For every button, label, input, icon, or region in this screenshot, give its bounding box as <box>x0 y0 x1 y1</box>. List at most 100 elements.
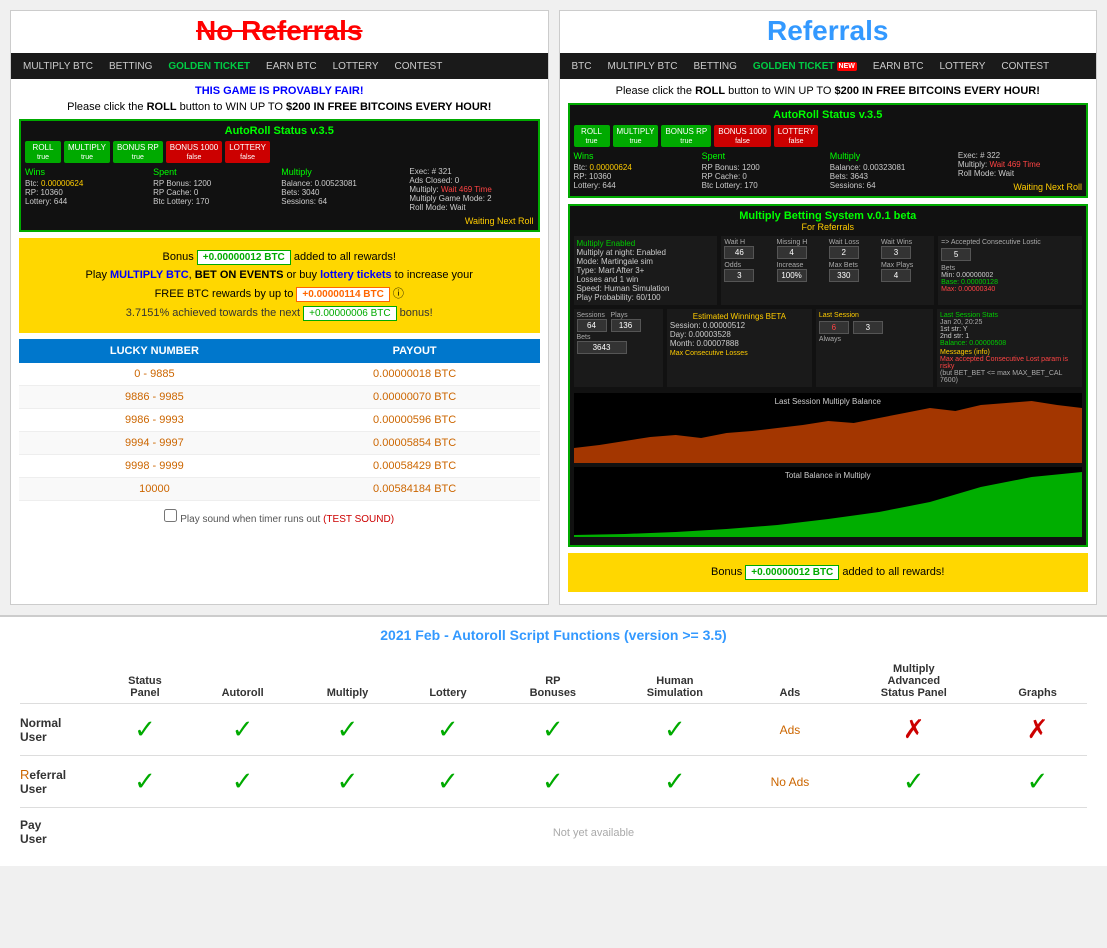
accepted-label: => Accepted Consecutive Lostic <box>941 239 1079 246</box>
table-row: 100000.00584184 BTC <box>19 478 540 501</box>
autoroll-title: AutoRoll Status v.3.5 <box>25 125 534 137</box>
sound-check-row: Play sound when timer runs out (TEST SOU… <box>19 509 540 525</box>
exec-block: Exec: # 321 Ads Closed: 0 Multiply: Wait… <box>409 167 533 226</box>
odds-val[interactable]: 3 <box>724 269 754 282</box>
table-row: 0 - 98850.00000018 BTC <box>19 363 540 386</box>
r-bonus-1000-btn[interactable]: BONUS 1000false <box>714 125 770 147</box>
roll-btn[interactable]: ROLLtrue <box>25 141 61 163</box>
sessions-stat: Sessions 64 <box>577 312 607 332</box>
no-referrals-panel: No Referrals MULTIPLY BTC BETTING GOLDEN… <box>10 10 549 605</box>
r-spent-block: Spent RP Bonus: 1200 RP Cache: 0 Btc Lot… <box>702 151 826 192</box>
normal-status-panel: ✓ <box>100 704 190 756</box>
new-badge: NEW <box>837 62 857 71</box>
autoroll-buttons: ROLLtrue MULTIPLYtrue BONUS RPtrue BONUS… <box>25 141 534 163</box>
consec-val2: 3 <box>853 321 883 334</box>
multiply-link[interactable]: MULTIPLY BTC <box>110 269 189 281</box>
referral-ads: No Ads <box>740 756 839 808</box>
col-lottery: Lottery <box>400 659 497 704</box>
right-nav-golden[interactable]: GOLDEN TICKET NEW <box>745 53 865 79</box>
max-bets-val[interactable]: 330 <box>829 269 859 282</box>
nav-golden-ticket[interactable]: GOLDEN TICKET <box>160 53 258 79</box>
right-nav-lottery[interactable]: LOTTERY <box>931 53 993 79</box>
nav-betting[interactable]: BETTING <box>101 53 160 79</box>
check-icon: ✓ <box>134 766 156 796</box>
lucky-table-body: 0 - 98850.00000018 BTC9886 - 99850.00000… <box>19 363 540 501</box>
wait-wins-val[interactable]: 3 <box>881 246 911 259</box>
multiply-betting-box: Multiply Betting System v.0.1 beta For R… <box>568 204 1089 547</box>
referral-rp-bonuses: ✓ <box>496 756 609 808</box>
last-session-title: Last Session Stats <box>940 312 1079 319</box>
multiply-btn[interactable]: MULTIPLYtrue <box>64 141 110 163</box>
nav-contest[interactable]: CONTEST <box>387 53 451 79</box>
bets-big-stat: Bets 3643 <box>577 334 660 354</box>
cross-icon: ✗ <box>1027 714 1049 744</box>
multiply-night: Multiply at night: Enabled <box>577 248 715 257</box>
table-header-row: StatusPanel Autoroll Multiply Lottery RP… <box>20 659 1087 704</box>
right-nav-btc[interactable]: BTC <box>564 53 600 79</box>
spent-block: Spent RP Bonus: 1200 RP Cache: 0 Btc Lot… <box>153 167 277 226</box>
lucky-range: 9986 - 9993 <box>19 409 290 432</box>
str1-stat: 1st str: Y <box>940 326 1079 333</box>
max-bets-cell: Max Bets 330 <box>829 262 879 282</box>
col-header-empty <box>20 659 100 704</box>
right-bonus-line: Bonus +0.00000012 BTC added to all rewar… <box>578 565 1079 580</box>
bonus-1000-btn[interactable]: BONUS 1000false <box>166 141 222 163</box>
left-panel-content: THIS GAME IS PROVABLY FAIR! Please click… <box>11 79 548 531</box>
sound-label: Play sound when timer runs out <box>180 514 320 525</box>
multiply-type: Type: Mart After 3+ <box>577 266 715 275</box>
lottery-btn[interactable]: LOTTERYfalse <box>225 141 270 163</box>
missing-h-val[interactable]: 4 <box>777 246 807 259</box>
lottery-link[interactable]: lottery tickets <box>320 269 392 281</box>
comparison-section: 2021 Feb - Autoroll Script Functions (ve… <box>0 615 1107 866</box>
lottery-stat: Lottery: 644 <box>25 197 149 206</box>
normal-multiply-advanced: ✗ <box>839 704 988 756</box>
right-panel-title: Referrals <box>560 11 1097 53</box>
day-est: Day: 0.00003528 <box>670 330 809 339</box>
bets-base: Base: 0.00000128 <box>941 279 1079 286</box>
bonus-progress: 3.7151% achieved towards the next +0.000… <box>29 306 530 321</box>
lucky-range: 10000 <box>19 478 290 501</box>
left-panel-title: No Referrals <box>11 11 548 53</box>
nav-multiply-btc[interactable]: MULTIPLY BTC <box>15 53 101 79</box>
nav-lottery[interactable]: LOTTERY <box>325 53 387 79</box>
bonus-line1: Bonus +0.00000012 BTC added to all rewar… <box>29 250 530 265</box>
referral-human-sim: ✓ <box>609 756 740 808</box>
r-lottery-btn[interactable]: LOTTERYfalse <box>774 125 819 147</box>
referral-user-row: ReferralUser ✓ ✓ ✓ ✓ ✓ ✓ No Ads ✓ ✓ <box>20 756 1087 808</box>
accepted-val[interactable]: 5 <box>941 248 971 261</box>
right-nav-betting[interactable]: BETTING <box>686 53 745 79</box>
exec-info: Exec: # 321 Ads Closed: 0 Multiply: Wait… <box>409 167 533 212</box>
test-sound-link[interactable]: (TEST SOUND) <box>323 514 394 525</box>
right-nav-contest[interactable]: CONTEST <box>993 53 1057 79</box>
max-plays-val[interactable]: 4 <box>881 269 911 282</box>
wait-h-cell: Wait H 46 <box>724 239 774 259</box>
spent-title: Spent <box>153 167 277 177</box>
right-nav-multiply[interactable]: MULTIPLY BTC <box>600 53 686 79</box>
check-icon: ✓ <box>664 714 686 744</box>
wait-h-val[interactable]: 46 <box>724 246 754 259</box>
right-nav-earn[interactable]: EARN BTC <box>865 53 932 79</box>
wait-loss-val[interactable]: 2 <box>829 246 859 259</box>
multiply-block: Multiply Balance: 0.00523081 Bets: 3040 … <box>281 167 405 226</box>
sound-checkbox[interactable] <box>164 509 177 522</box>
nav-earn-btc[interactable]: EARN BTC <box>258 53 325 79</box>
comparison-table: StatusPanel Autoroll Multiply Lottery RP… <box>20 659 1087 856</box>
check-icon: ✓ <box>1027 766 1049 796</box>
payout-val: 0.00058429 BTC <box>290 455 540 478</box>
right-stats-row: Wins Btc: 0.00000624 RP: 10360 Lottery: … <box>574 151 1083 192</box>
max-plays-cell: Max Plays 4 <box>881 262 931 282</box>
messages-title: Messages (info) <box>940 349 1079 356</box>
col-status-panel: StatusPanel <box>100 659 190 704</box>
r-multiply-btn[interactable]: MULTIPLYtrue <box>613 125 659 147</box>
r-bonus-rp-btn[interactable]: BONUS RPtrue <box>661 125 711 147</box>
wins-block: Wins Btc: 0.00000624 RP: 10360 Lottery: … <box>25 167 149 226</box>
r-roll-btn[interactable]: ROLLtrue <box>574 125 610 147</box>
lucky-range: 9998 - 9999 <box>19 455 290 478</box>
col-payout: PAYOUT <box>290 339 540 363</box>
col-graphs: Graphs <box>988 659 1087 704</box>
normal-rp-bonuses: ✓ <box>496 704 609 756</box>
r-waiting-roll: Waiting Next Roll <box>958 182 1082 192</box>
normal-ads: Ads <box>740 704 839 756</box>
bonus-rp-btn[interactable]: BONUS RPtrue <box>113 141 163 163</box>
increase-val[interactable]: 100% <box>777 269 807 282</box>
